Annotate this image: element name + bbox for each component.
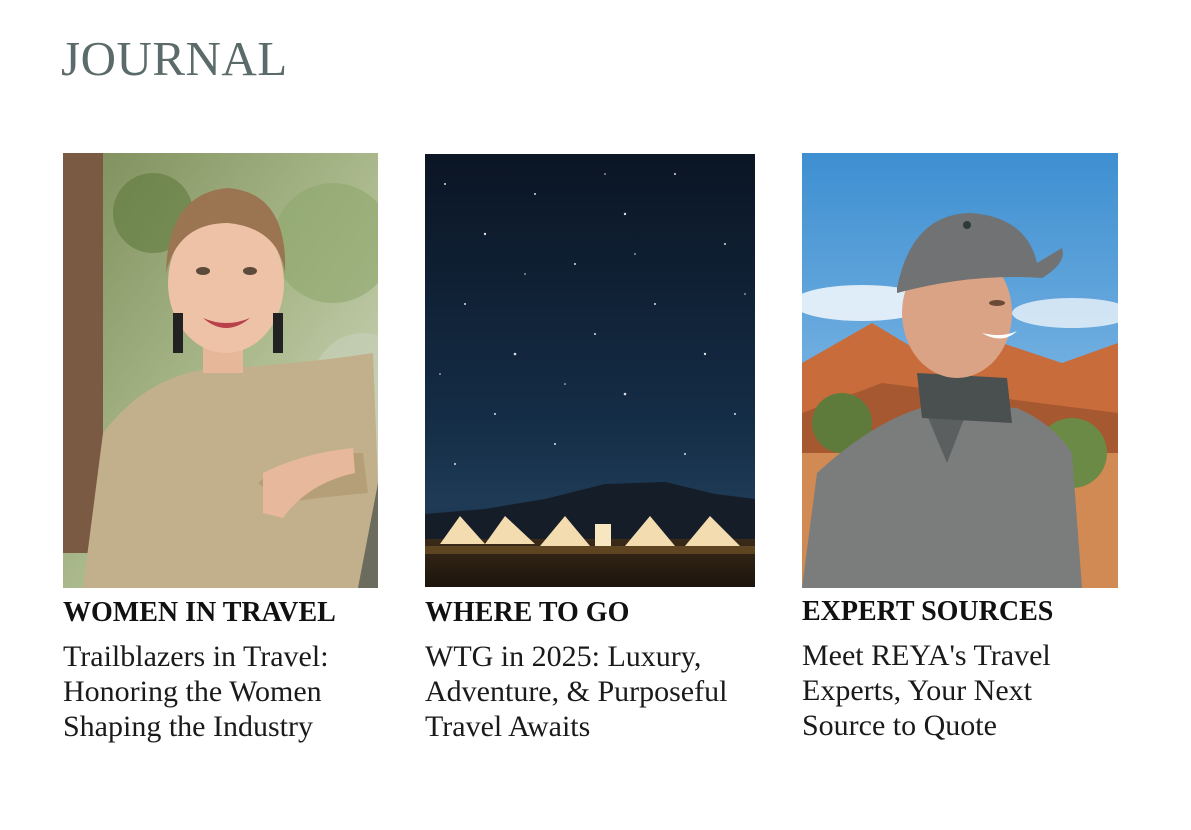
article-headline-link[interactable]: Trailblazers in Travel: Honoring the Wom… <box>63 639 378 744</box>
article-image-woman-portrait[interactable] <box>63 153 378 588</box>
article-image-starry-night-tents[interactable] <box>425 154 755 587</box>
article-category-label[interactable]: WOMEN IN TRAVEL <box>63 596 378 630</box>
article-card-women-in-travel[interactable]: WOMEN IN TRAVEL Trailblazers in Travel: … <box>63 153 378 744</box>
page-title: JOURNAL <box>61 31 288 86</box>
article-category-label[interactable]: WHERE TO GO <box>425 596 755 630</box>
article-category-label[interactable]: EXPERT SOURCES <box>802 595 1118 629</box>
article-card-expert-sources[interactable]: EXPERT SOURCES Meet REYA's Travel Expert… <box>802 153 1118 743</box>
article-headline-link[interactable]: WTG in 2025: Luxury, Adventure, & Purpos… <box>425 639 755 744</box>
article-card-where-to-go[interactable]: WHERE TO GO WTG in 2025: Luxury, Adventu… <box>425 153 755 744</box>
article-image-man-cap-portrait[interactable] <box>802 153 1118 588</box>
article-headline-link[interactable]: Meet REYA's Travel Experts, Your Next So… <box>802 638 1118 743</box>
